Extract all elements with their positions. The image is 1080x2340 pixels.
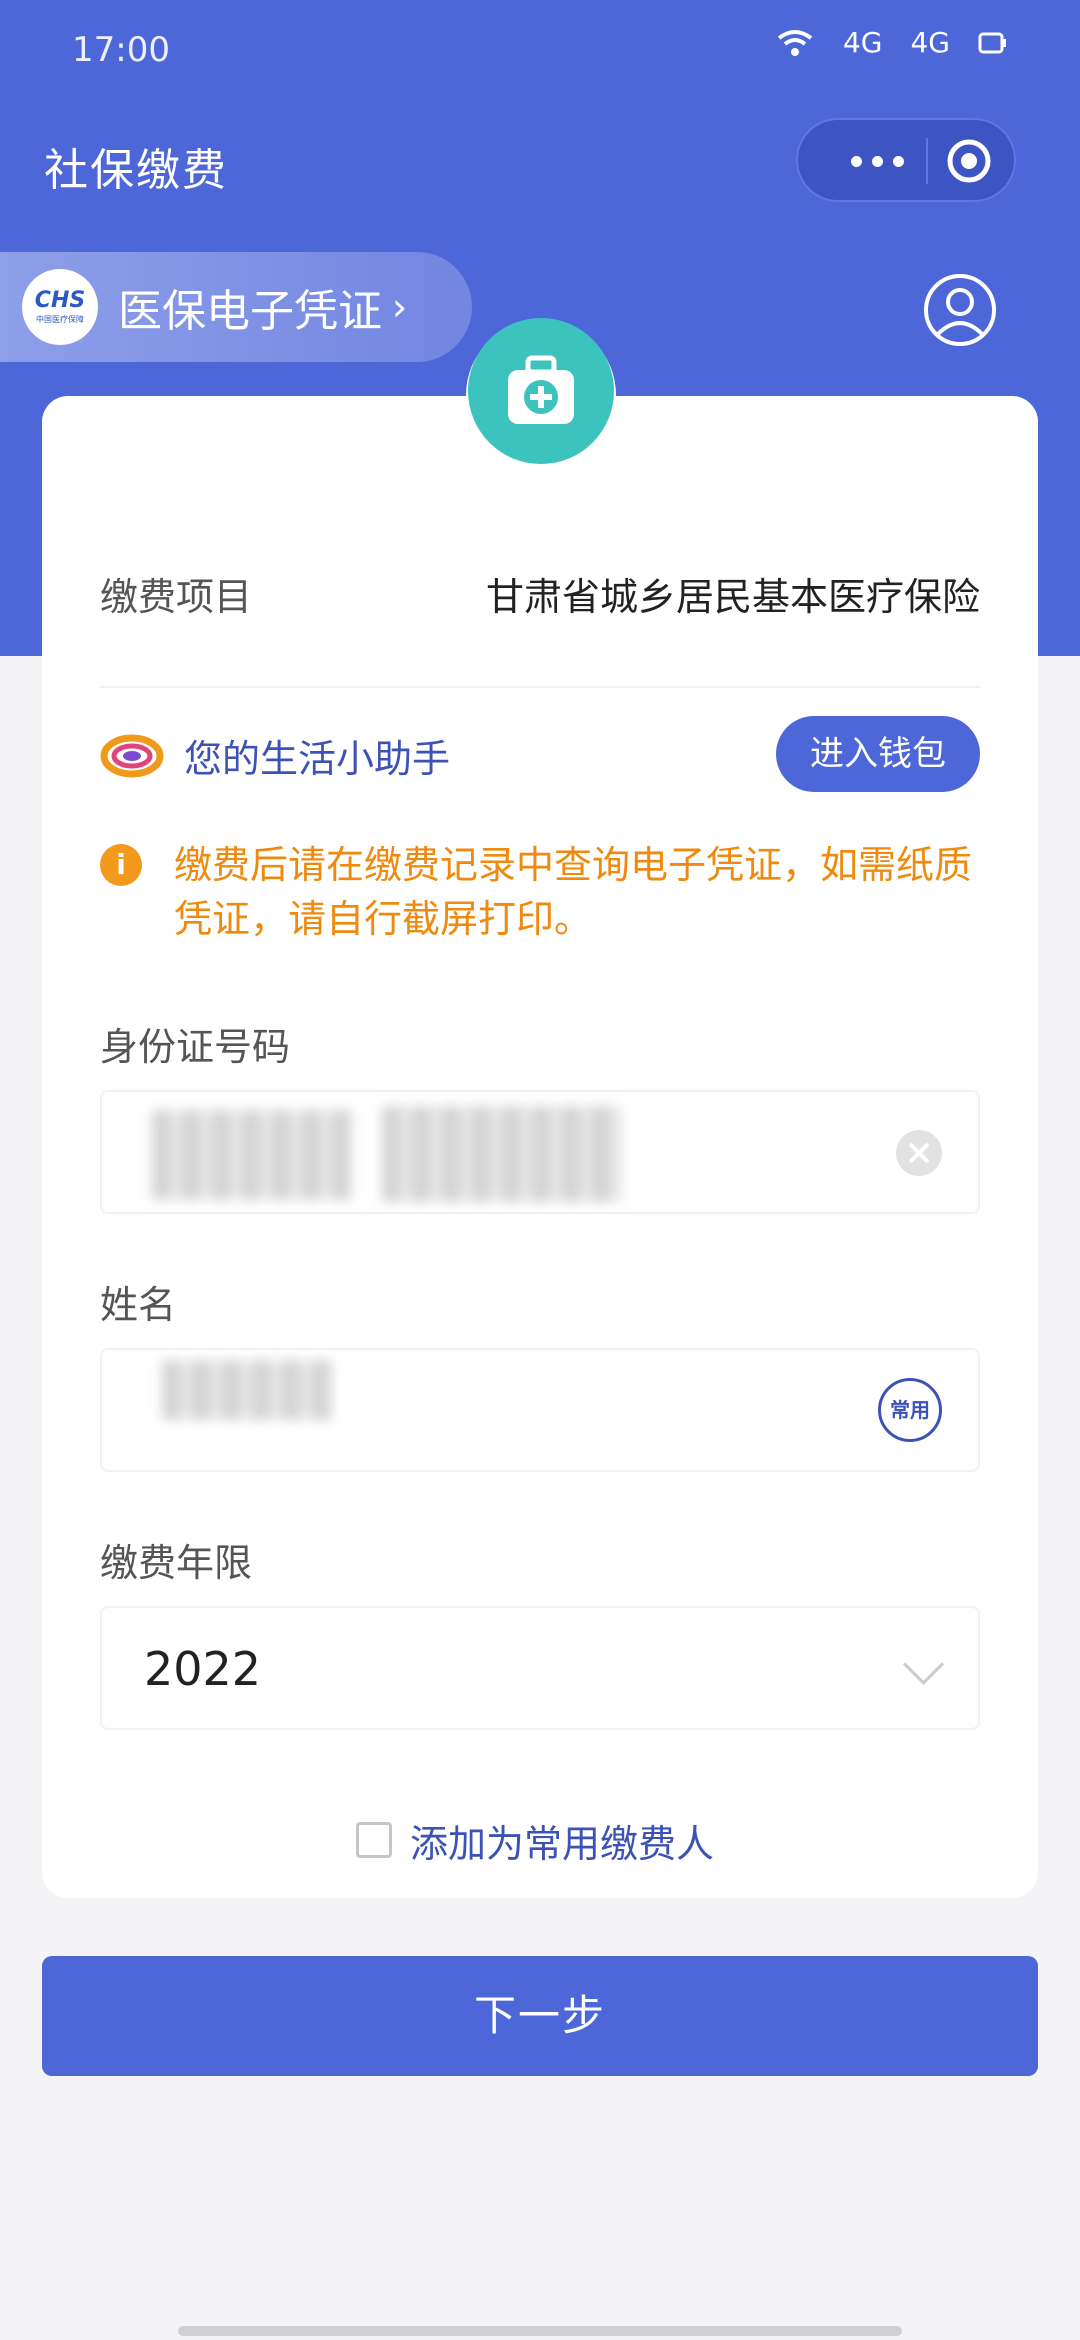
enter-wallet-button[interactable]: 进入钱包 bbox=[776, 716, 980, 792]
id-number-label: 身份证号码 bbox=[100, 1025, 291, 1069]
capsule-divider bbox=[926, 138, 928, 184]
payment-form-card: 缴费项目 甘肃省城乡居民基本医疗保险 您的生活小助手 进入钱包 i 缴费后请在缴… bbox=[42, 318, 1038, 1898]
info-icon: i bbox=[100, 844, 142, 886]
signal-4g-icon: 4G bbox=[842, 26, 883, 59]
signal-4g-icon-2: 4G bbox=[910, 26, 950, 59]
name-label: 姓名 bbox=[100, 1283, 177, 1327]
status-bar: 17:00 4G 4G bbox=[0, 0, 1080, 100]
mini-program-capsule bbox=[796, 118, 1016, 202]
payment-year-label: 缴费年限 bbox=[100, 1541, 253, 1585]
redacted-id-2 bbox=[382, 1106, 622, 1202]
add-common-payer-label: 添加为常用缴费人 bbox=[410, 1821, 715, 1866]
common-payer-icon[interactable]: 常用 bbox=[878, 1378, 942, 1442]
medical-cert-banner[interactable]: CHS 中国医疗保障 医保电子凭证 › bbox=[0, 252, 472, 362]
battery-icon bbox=[978, 32, 1006, 53]
status-icons: 4G 4G bbox=[775, 26, 1008, 59]
payment-year-select[interactable]: 2022 bbox=[100, 1606, 980, 1730]
redacted-id-1 bbox=[152, 1110, 352, 1200]
clear-icon[interactable] bbox=[896, 1130, 942, 1176]
wifi-icon bbox=[777, 29, 813, 56]
payment-item-label: 缴费项目 bbox=[100, 575, 253, 619]
notice-text: 缴费后请在缴费记录中查询电子凭证，如需纸质凭证，请自行截屏打印。 bbox=[174, 843, 973, 941]
chevron-right-icon: › bbox=[392, 285, 408, 329]
medical-cert-label: 医保电子凭证 bbox=[118, 286, 382, 337]
more-icon[interactable] bbox=[832, 146, 922, 176]
cloud-logo-icon bbox=[100, 734, 164, 778]
add-common-payer-row[interactable]: 添加为常用缴费人 bbox=[356, 1810, 714, 1870]
assistant-name: 您的生活小助手 bbox=[184, 737, 451, 781]
payment-item-value: 甘肃省城乡居民基本医疗保险 bbox=[485, 575, 980, 619]
title-bar: 社保缴费 bbox=[0, 118, 1080, 208]
status-time: 17:00 bbox=[72, 30, 170, 70]
medical-kit-icon bbox=[468, 318, 614, 464]
user-profile-icon[interactable] bbox=[922, 272, 998, 348]
payment-year-value: 2022 bbox=[144, 1642, 262, 1696]
redacted-name bbox=[162, 1360, 332, 1420]
payment-item-row: 缴费项目 甘肃省城乡居民基本医疗保险 bbox=[100, 566, 980, 626]
next-step-button[interactable]: 下一步 bbox=[42, 1956, 1038, 2076]
page-title: 社保缴费 bbox=[44, 145, 228, 196]
divider bbox=[100, 686, 980, 688]
id-number-input[interactable] bbox=[100, 1090, 980, 1214]
life-assistant-row: 您的生活小助手 进入钱包 bbox=[100, 716, 980, 792]
home-indicator bbox=[178, 2326, 902, 2336]
close-target-icon[interactable] bbox=[946, 138, 992, 184]
name-input[interactable]: 常用 bbox=[100, 1348, 980, 1472]
chevron-down-icon bbox=[902, 1643, 945, 1686]
chs-logo: CHS 中国医疗保障 bbox=[22, 269, 98, 345]
add-common-payer-checkbox[interactable] bbox=[356, 1822, 392, 1858]
